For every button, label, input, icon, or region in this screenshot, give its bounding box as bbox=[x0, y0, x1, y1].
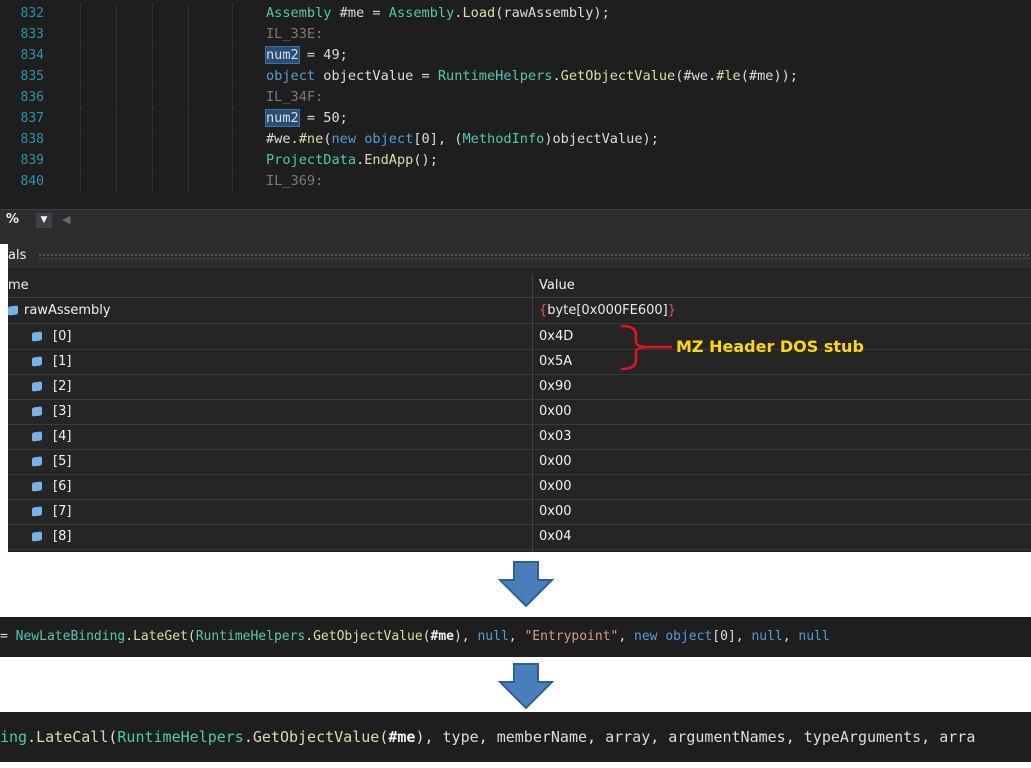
line-number: 836 bbox=[20, 90, 44, 105]
line-number: 837 bbox=[20, 111, 44, 126]
code-text: num2 = 49; bbox=[265, 46, 348, 64]
locals-column-header: me Value bbox=[8, 274, 1031, 298]
variable-value: {byte[0x000FE600]} bbox=[539, 303, 677, 318]
field-icon bbox=[32, 431, 42, 442]
code-editor[interactable]: 832 Assembly #me = Assembly.Load(rawAsse… bbox=[0, 0, 1031, 209]
element-value: 0x00 bbox=[539, 404, 572, 419]
element-value: 0x03 bbox=[539, 429, 572, 444]
table-row[interactable]: [6] 0x00 bbox=[8, 474, 1031, 500]
field-icon bbox=[32, 456, 42, 467]
code-text: #we.#ne(new object[0], (MethodInfo)objec… bbox=[266, 131, 659, 147]
code-text: Assembly #me = Assembly.Load(rawAssembly… bbox=[266, 5, 610, 21]
field-icon bbox=[32, 506, 42, 517]
arrow-down-icon bbox=[498, 561, 554, 608]
code-line-840[interactable]: 840 IL_369: bbox=[0, 171, 1031, 192]
element-index: [0] bbox=[53, 329, 72, 344]
panel-separator bbox=[0, 232, 1031, 244]
arrow-down-icon bbox=[498, 663, 554, 710]
code-line-832[interactable]: 832 Assembly #me = Assembly.Load(rawAsse… bbox=[0, 3, 1031, 24]
field-icon bbox=[32, 356, 42, 367]
element-value: 0x5A bbox=[539, 354, 573, 369]
element-value: 0x4D bbox=[539, 329, 574, 344]
table-row[interactable]: [4] 0x03 bbox=[8, 424, 1031, 450]
title-grip bbox=[38, 253, 1031, 259]
locals-window: als me Value rawAssembly {byte[0x000FE60… bbox=[8, 244, 1031, 552]
element-value: 0x04 bbox=[539, 529, 572, 544]
locals-title-bar[interactable]: als bbox=[8, 244, 1031, 268]
code-text: IL_33E: bbox=[266, 26, 324, 42]
table-row[interactable]: [2] 0x90 bbox=[8, 374, 1031, 400]
line-number: 835 bbox=[20, 69, 44, 84]
line-number: 840 bbox=[20, 174, 44, 189]
code-text: IL_34F: bbox=[266, 89, 324, 105]
element-index: [4] bbox=[53, 429, 72, 444]
code-line-833[interactable]: 833 IL_33E: bbox=[0, 24, 1031, 45]
field-icon bbox=[32, 406, 42, 417]
column-header-value[interactable]: Value bbox=[539, 274, 575, 297]
line-number: 834 bbox=[20, 48, 44, 63]
code-line-836[interactable]: 836 IL_34F: bbox=[0, 87, 1031, 108]
table-row[interactable]: [5] 0x00 bbox=[8, 449, 1031, 475]
element-index: [8] bbox=[53, 529, 72, 544]
element-value: 0x00 bbox=[539, 479, 572, 494]
element-value: 0x90 bbox=[539, 379, 572, 394]
code-line-837[interactable]: 837 num2 = 50; bbox=[0, 108, 1031, 129]
code-text: IL_369: bbox=[266, 173, 324, 189]
element-index: [6] bbox=[53, 479, 72, 494]
field-icon bbox=[32, 331, 42, 342]
editor-zoom-bar: % ▼ ◀ bbox=[0, 209, 1031, 232]
table-row[interactable]: [1] 0x5A bbox=[8, 349, 1031, 375]
zoom-level[interactable]: % bbox=[6, 212, 19, 227]
element-index: [5] bbox=[53, 454, 72, 469]
zoom-dropdown-icon[interactable]: ▼ bbox=[36, 213, 52, 228]
locals-title: als bbox=[8, 248, 27, 263]
field-icon bbox=[32, 381, 42, 392]
code-line-838[interactable]: 838 #we.#ne(new object[0], (MethodInfo)o… bbox=[0, 129, 1031, 150]
code-snippet-lateget: = NewLateBinding.LateGet(RuntimeHelpers.… bbox=[0, 617, 1031, 657]
line-number: 833 bbox=[20, 27, 44, 42]
highlighted-identifier: num2 bbox=[265, 46, 300, 64]
element-index: [1] bbox=[53, 354, 72, 369]
scroll-left-icon[interactable]: ◀ bbox=[62, 213, 70, 226]
line-number: 832 bbox=[20, 6, 44, 21]
line-number: 838 bbox=[20, 132, 44, 147]
element-value: 0x00 bbox=[539, 504, 572, 519]
element-index: [2] bbox=[53, 379, 72, 394]
code-line-839[interactable]: 839 ProjectData.EndApp(); bbox=[0, 150, 1031, 171]
element-index: [3] bbox=[53, 404, 72, 419]
highlighted-identifier: num2 bbox=[265, 109, 300, 127]
table-row[interactable]: [8] 0x04 bbox=[8, 524, 1031, 550]
code-text: object objectValue = RuntimeHelpers.GetO… bbox=[266, 68, 798, 84]
table-row[interactable]: [7] 0x00 bbox=[8, 499, 1031, 525]
variable-name: rawAssembly bbox=[24, 303, 111, 318]
line-number: 839 bbox=[20, 153, 44, 168]
element-index: [7] bbox=[53, 504, 72, 519]
code-text: num2 = 50; bbox=[265, 109, 348, 127]
annotation-label: MZ Header DOS stub bbox=[676, 337, 864, 356]
code-line-835[interactable]: 835 object objectValue = RuntimeHelpers.… bbox=[0, 66, 1031, 87]
table-row[interactable]: [0] 0x4D bbox=[8, 324, 1031, 350]
column-header-name[interactable]: me bbox=[8, 274, 29, 297]
curly-brace-icon bbox=[620, 324, 672, 371]
element-value: 0x00 bbox=[539, 454, 572, 469]
table-row[interactable]: [3] 0x00 bbox=[8, 399, 1031, 425]
code-line-834[interactable]: 834 num2 = 49; bbox=[0, 45, 1031, 66]
code-snippet-latecall: ing.LateCall(RuntimeHelpers.GetObjectVal… bbox=[0, 712, 1031, 762]
field-icon bbox=[32, 481, 42, 492]
code-text: ProjectData.EndApp(); bbox=[266, 152, 438, 168]
variable-icon bbox=[8, 305, 18, 316]
field-icon bbox=[32, 531, 42, 542]
table-row[interactable]: rawAssembly {byte[0x000FE600]} bbox=[8, 298, 1031, 324]
